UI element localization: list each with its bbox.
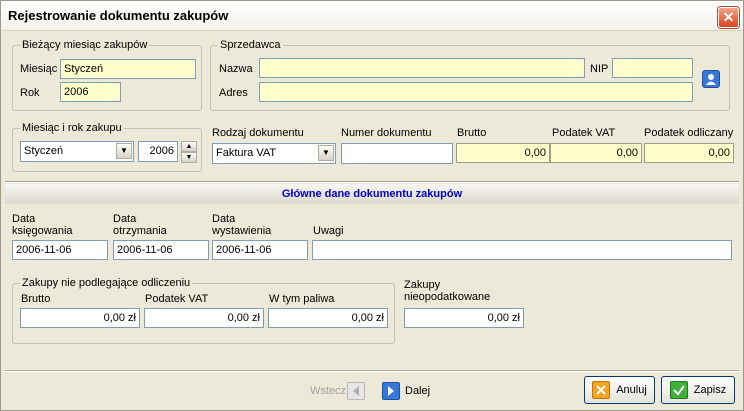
spin-down-icon[interactable]: ▼ — [181, 152, 197, 163]
doc-type-select[interactable]: Faktura VAT ▼ — [212, 143, 336, 164]
booking-date-label-2: księgowania — [12, 225, 73, 237]
dialog-window: Rejestrowanie dokumentu zakupów ✕ Bieżąc… — [0, 0, 744, 411]
cancel-button[interactable]: Anuluj — [584, 376, 655, 404]
purchase-month-value: Styczeń — [24, 145, 64, 157]
seller-name-label: Nazwa — [219, 63, 253, 75]
vat-label: Podatek VAT — [552, 127, 616, 139]
current-month-legend: Bieżący miesiąc zakupów — [20, 39, 150, 51]
doc-number-label: Numer dokumentu — [341, 127, 432, 139]
cancel-icon — [592, 381, 611, 399]
doc-type-label: Rodzaj dokumentu — [212, 127, 304, 139]
window-title: Rejestrowanie dokumentu zakupów — [8, 8, 229, 23]
section-title: Główne dane dokumentu zakupów — [5, 184, 739, 204]
month-label: Miesiąc — [20, 63, 58, 75]
nd-fuel-label: W tym paliwa — [269, 293, 335, 305]
close-icon: ✕ — [722, 9, 735, 25]
received-date-label-2: otrzymania — [113, 225, 167, 237]
year-spinner[interactable]: ▲ ▼ — [181, 141, 197, 163]
doc-number-input[interactable] — [341, 143, 453, 164]
back-label[interactable]: Wstecz — [310, 385, 346, 397]
bottom-divider — [5, 370, 739, 372]
issued-date-label-1: Data — [212, 213, 236, 225]
next-label[interactable]: Dalej — [405, 385, 430, 397]
deducted-field: 0,00 — [644, 143, 734, 163]
divider — [5, 181, 739, 183]
spin-up-icon[interactable]: ▲ — [181, 141, 197, 152]
nd-vat-label: Podatek VAT — [145, 293, 209, 305]
title-bar: Rejestrowanie dokumentu zakupów ✕ — [1, 1, 743, 31]
gross-label: Brutto — [457, 127, 487, 139]
seller-legend: Sprzedawca — [218, 39, 283, 51]
person-card-icon[interactable] — [702, 70, 720, 88]
notes-input[interactable] — [312, 240, 732, 260]
nip-label: NIP — [590, 63, 609, 75]
chevron-down-icon[interactable]: ▼ — [116, 143, 132, 159]
notes-label: Uwagi — [313, 225, 344, 237]
booking-date-label-1: Data — [12, 213, 36, 225]
deducted-label: Podatek odliczany — [644, 127, 734, 139]
nd-gross-label: Brutto — [21, 293, 51, 305]
back-arrow-icon[interactable] — [347, 382, 365, 400]
purchase-month-select[interactable]: Styczeń ▼ — [20, 141, 134, 162]
issued-date-input[interactable]: 2006-11-06 — [212, 240, 308, 260]
received-date-label-1: Data — [113, 213, 137, 225]
nd-fuel-input[interactable]: 0,00 zł — [268, 308, 388, 328]
untaxed-input[interactable]: 0,00 zł — [404, 308, 524, 328]
nip-input[interactable] — [612, 58, 693, 78]
next-arrow-icon[interactable] — [382, 382, 400, 400]
year-label: Rok — [20, 87, 40, 99]
save-button[interactable]: Zapisz — [661, 376, 735, 404]
save-icon — [669, 381, 688, 399]
booking-date-input[interactable]: 2006-11-06 — [12, 240, 108, 260]
doc-type-value: Faktura VAT — [216, 147, 277, 159]
seller-name-input[interactable] — [259, 58, 585, 78]
chevron-down-icon[interactable]: ▼ — [318, 145, 334, 161]
save-label: Zapisz — [693, 384, 727, 396]
seller-address-label: Adres — [219, 87, 248, 99]
gross-field: 0,00 — [456, 143, 550, 163]
received-date-input[interactable]: 2006-11-06 — [113, 240, 209, 260]
non-deductible-legend: Zakupy nie podlegające odliczeniu — [20, 277, 193, 289]
month-field[interactable]: Styczeń — [60, 59, 196, 79]
seller-address-input[interactable] — [259, 82, 693, 102]
cancel-label: Anuluj — [616, 384, 647, 396]
vat-field: 0,00 — [550, 143, 642, 163]
purchase-period-legend: Miesiąc i rok zakupu — [20, 122, 124, 134]
nd-gross-input[interactable]: 0,00 zł — [20, 308, 140, 328]
nd-vat-input[interactable]: 0,00 zł — [144, 308, 264, 328]
untaxed-label-2: nieopodatkowane — [404, 291, 491, 303]
untaxed-label-1: Zakupy — [404, 279, 441, 291]
close-button[interactable]: ✕ — [718, 7, 739, 28]
purchase-year-input[interactable]: 2006 — [138, 141, 178, 162]
year-field[interactable]: 2006 — [60, 82, 121, 102]
issued-date-label-2: wystawienia — [212, 225, 272, 237]
